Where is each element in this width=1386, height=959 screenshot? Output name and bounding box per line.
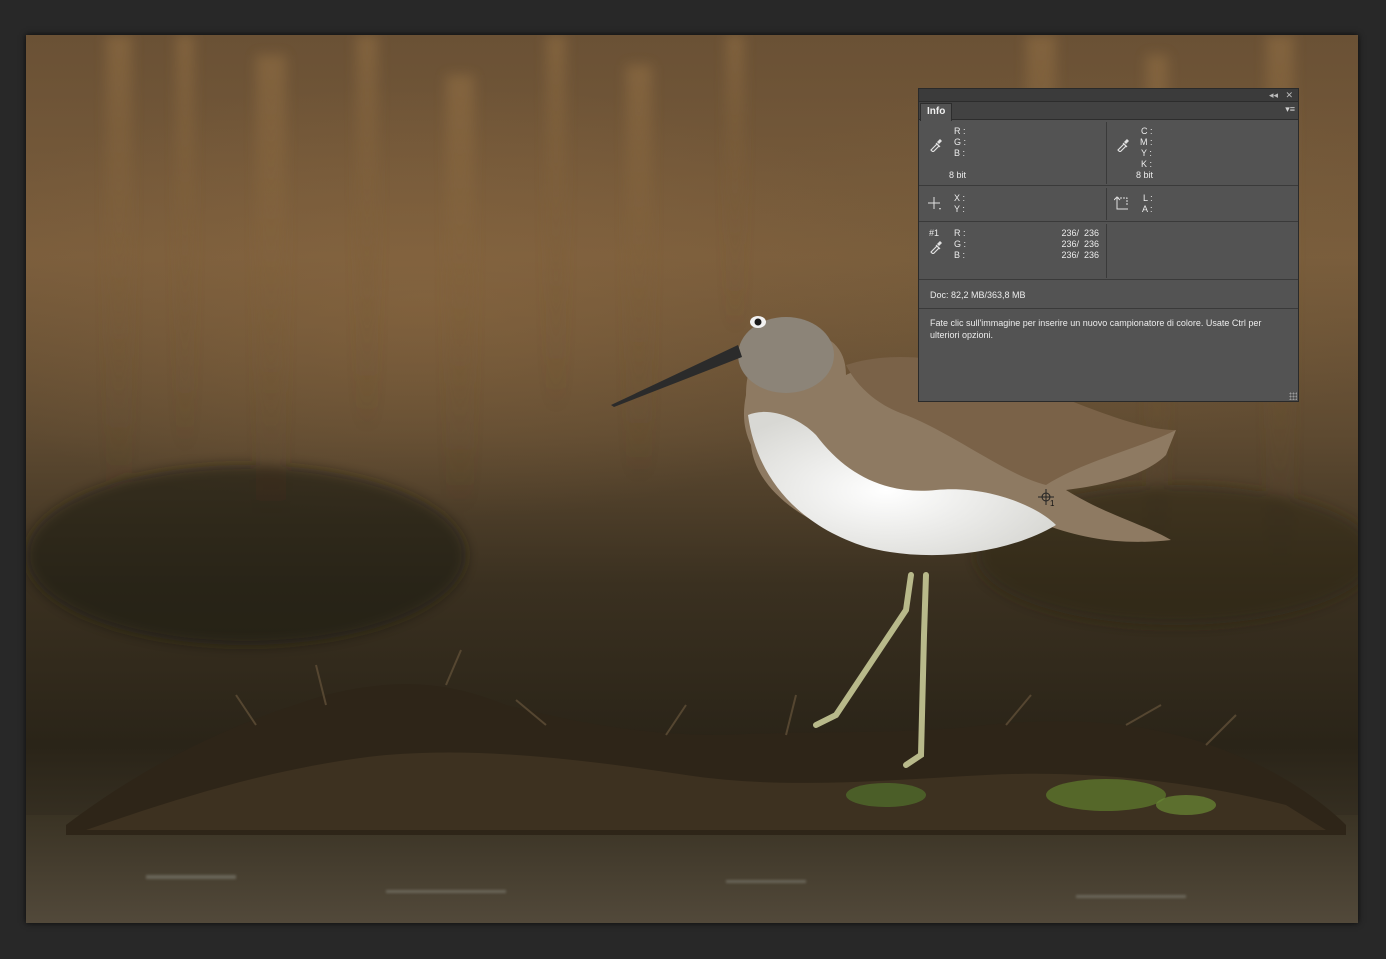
- cmyk-label-k: K :: [1141, 159, 1153, 169]
- rgb-label-r: R :: [954, 126, 966, 136]
- rgb-label-g: G :: [954, 137, 967, 147]
- sampler-crosshair-icon: [1038, 489, 1054, 505]
- cmyk-label-m: M :: [1140, 137, 1153, 147]
- cmyk-label-y: Y :: [1141, 148, 1152, 158]
- doc-info-section: Doc: 82,2 MB/363,8 MB: [919, 280, 1298, 309]
- tool-hint-text: Fate clic sull'immagine per inserire un …: [930, 318, 1262, 340]
- doc-size-info: Doc: 82,2 MB/363,8 MB: [930, 290, 1026, 300]
- sampler-label-g: G :: [954, 239, 967, 249]
- selection-size-icon: [1114, 196, 1128, 210]
- eyedropper-icon[interactable]: [929, 138, 943, 152]
- sampler-label-r: R :: [954, 228, 966, 238]
- coord-label-y: Y :: [954, 204, 965, 214]
- rgb-label-b: B :: [954, 148, 966, 158]
- eyedropper-icon[interactable]: [1116, 138, 1130, 152]
- panel-tab-row: Info ▾≡: [919, 102, 1298, 121]
- double-chevron-left-icon[interactable]: ◂◂: [1269, 90, 1278, 100]
- coord-label-x: X :: [954, 193, 966, 203]
- color-sampler-marker[interactable]: 1: [1038, 489, 1058, 509]
- sampler-value-b: 236/ 236: [1061, 250, 1099, 260]
- size-label-l: L :: [1143, 193, 1153, 203]
- sampler-label-b: B :: [954, 250, 966, 260]
- cmyk-label-c: C :: [1141, 126, 1153, 136]
- color-readout-section: R : G : B : 8 bit C : M : Y : K : 8 bit: [919, 120, 1298, 186]
- sampler-value-g: 236/ 236: [1061, 239, 1099, 249]
- rgb-bit-depth[interactable]: 8 bit: [949, 170, 966, 181]
- panel-menu-icon[interactable]: ▾≡: [1285, 104, 1295, 115]
- sampler-value-r: 236/ 236: [1061, 228, 1099, 238]
- sampler-id: #1: [929, 228, 940, 238]
- info-panel: ◂◂ ✕ Info ▾≡ R : G : B : 8 bit C : M: Y…: [918, 88, 1299, 402]
- size-label-a: A :: [1142, 204, 1153, 214]
- vegetation-mound: [66, 649, 1346, 835]
- cmyk-bit-depth[interactable]: 8 bit: [1136, 170, 1153, 181]
- close-icon[interactable]: ✕: [1285, 90, 1293, 100]
- tab-info[interactable]: Info: [920, 103, 953, 121]
- position-section: X : Y : L : A :: [919, 186, 1298, 222]
- workspace: 1 ◂◂ ✕ Info ▾≡ R : G : B : 8 bit C: M:…: [0, 0, 1386, 959]
- eyedropper-icon[interactable]: [929, 240, 943, 254]
- sampler-marker-label: 1: [1050, 499, 1055, 508]
- panel-title-bar[interactable]: ◂◂ ✕: [919, 89, 1298, 102]
- resize-grip-icon[interactable]: [1289, 392, 1297, 400]
- crosshair-icon[interactable]: [927, 196, 943, 212]
- color-sampler-section: #1 R : G : B : 236/ 236 236/ 236 236/ 23…: [919, 222, 1298, 280]
